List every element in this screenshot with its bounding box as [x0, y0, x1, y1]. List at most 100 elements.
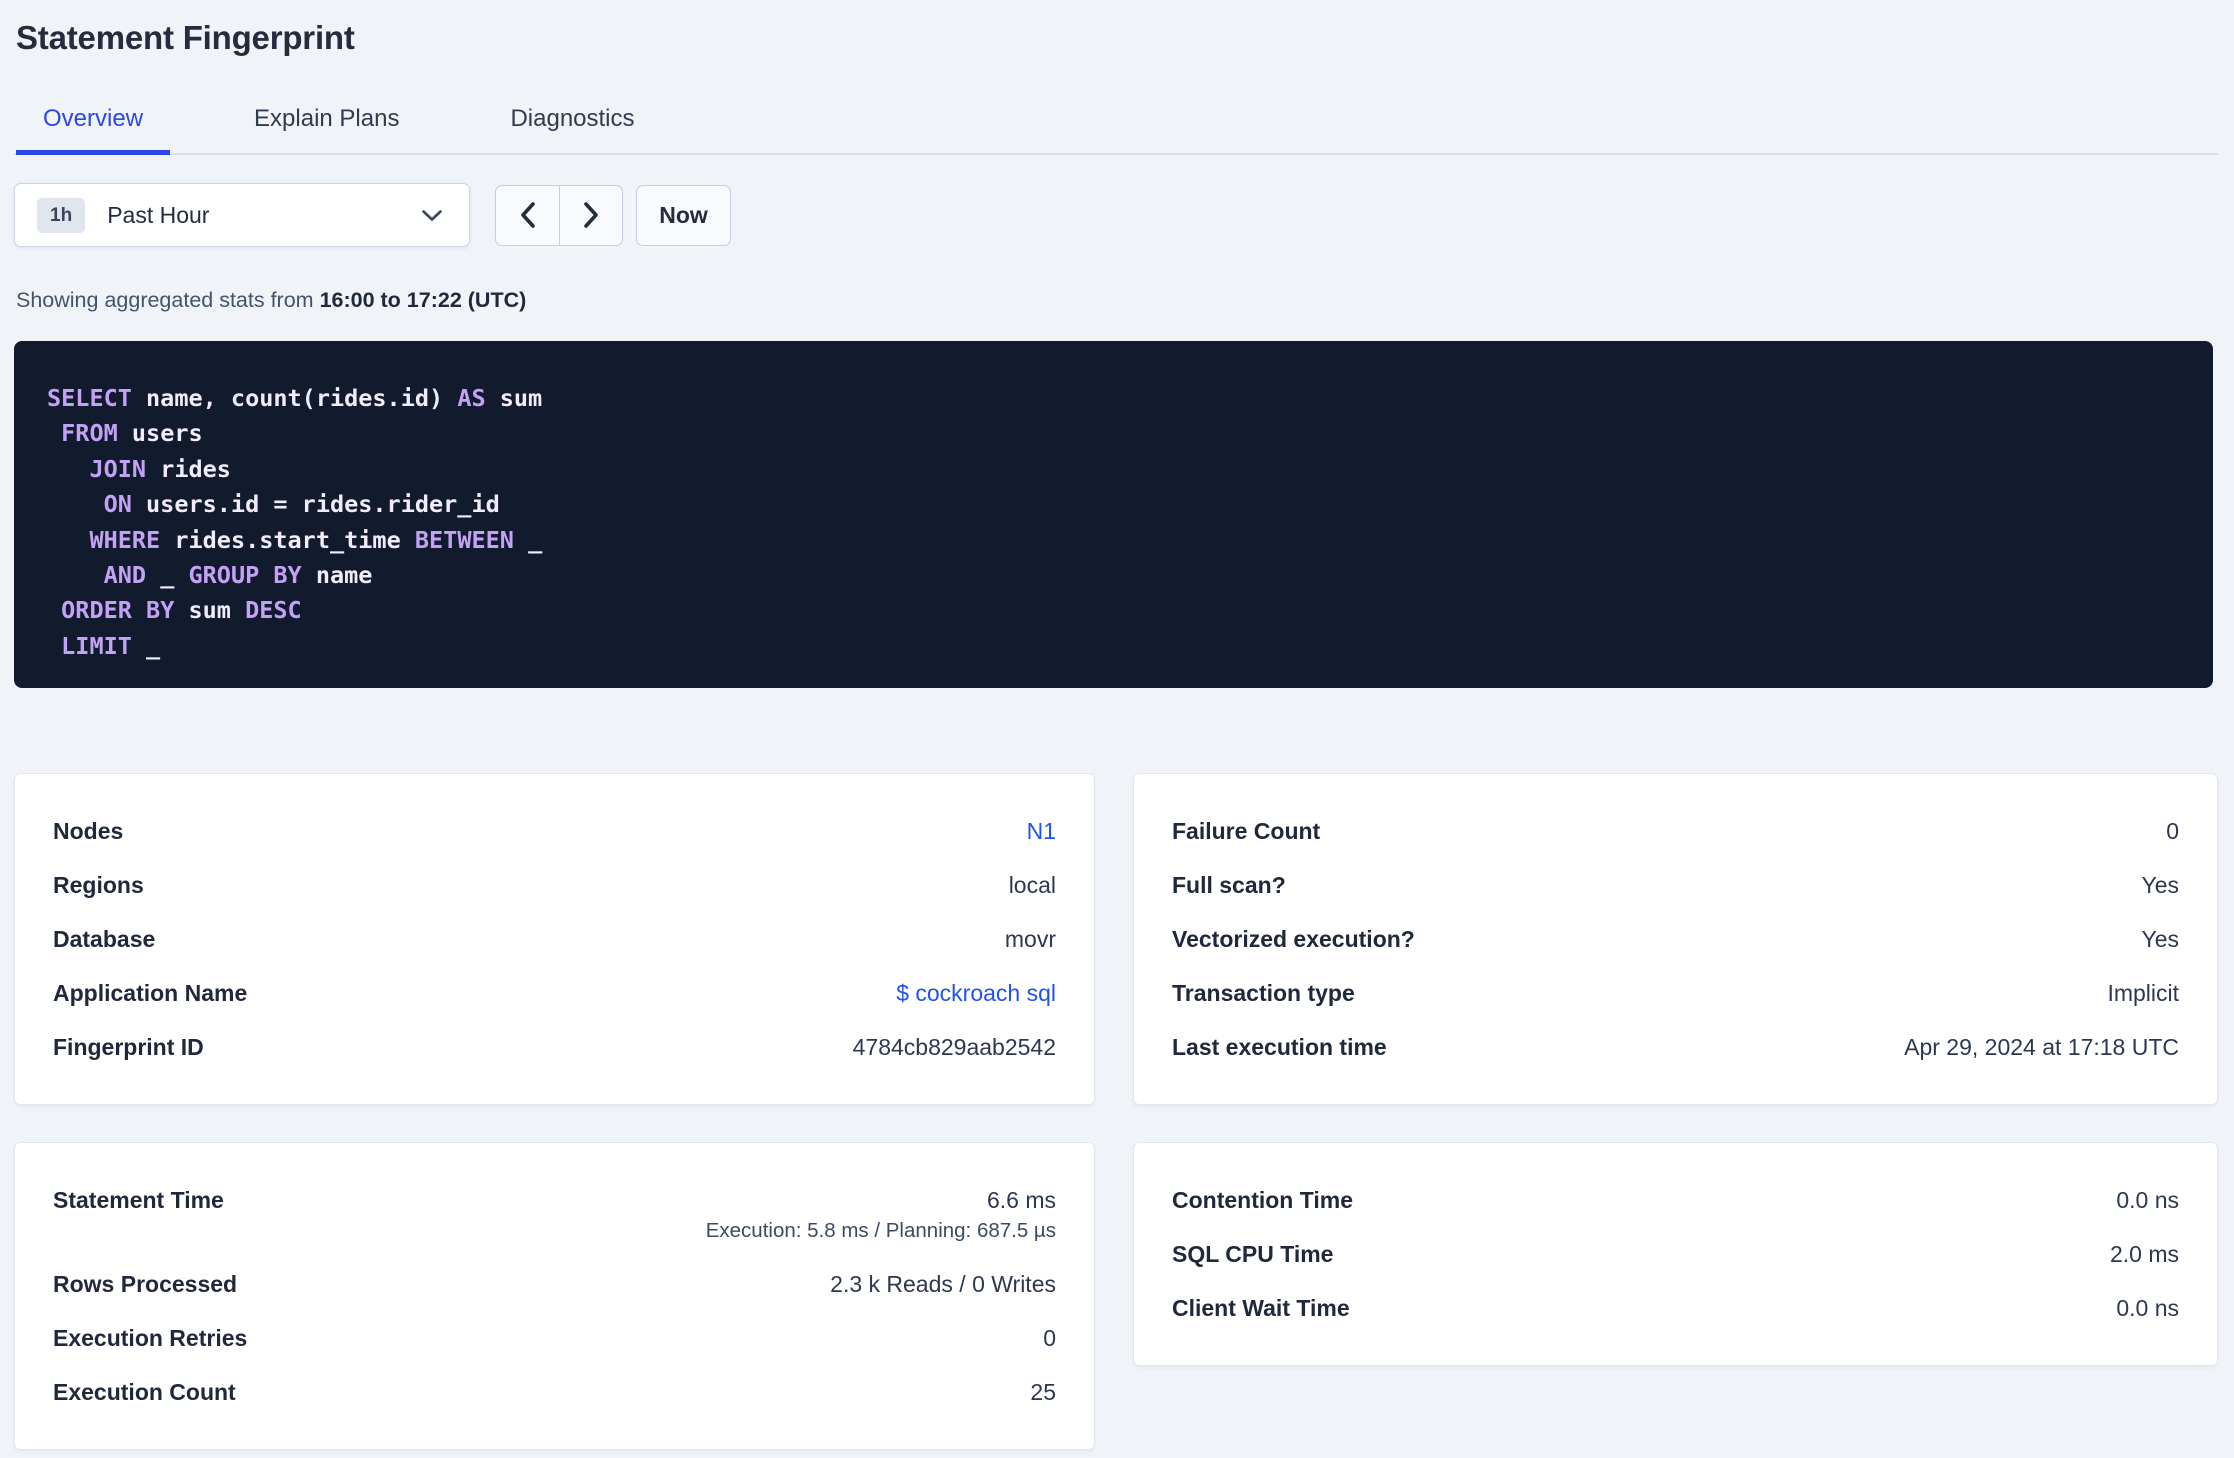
card-row-label: Vectorized execution? [1172, 926, 1415, 952]
sql-statement-code: SELECT name, count(rides.id) AS sum FROM… [47, 381, 2183, 664]
card-row-value-group: 6.6 ms Execution: 5.8 ms / Planning: 687.… [706, 1187, 1056, 1243]
stats-caption: Showing aggregated stats from 16:00 to 1… [14, 287, 2218, 313]
chevron-left-icon [519, 201, 536, 229]
card-row-value-group: Apr 29, 2024 at 17:18 UTC [1904, 1034, 2179, 1060]
sql-code-line: SELECT name, count(rides.id) AS sum [47, 381, 2183, 416]
stats-caption-range: 16:00 to 17:22 (UTC) [319, 288, 527, 312]
statement-fingerprint-page: Statement Fingerprint Overview Explain P… [0, 0, 2234, 1458]
card-row-value-group: Yes [2141, 872, 2179, 898]
page-title: Statement Fingerprint [16, 19, 355, 56]
card-row: Contention Time 0.0 ns [1172, 1173, 2179, 1227]
wait-time-card: Contention Time 0.0 ns SQL CPU Time 2.0 ms C… [1133, 1142, 2218, 1366]
card-row: Statement Time 6.6 ms Execution: 5.8 ms / … [53, 1173, 1056, 1257]
sql-keyword: ORDER BY [61, 596, 175, 625]
card-row: Vectorized execution? Yes [1172, 912, 2179, 966]
card-row-label: Last execution time [1172, 1034, 1387, 1060]
time-range-label: Past Hour [107, 201, 210, 228]
sql-text: _ [131, 631, 161, 660]
card-row-value: 4784cb829aab2542 [852, 1034, 1056, 1060]
card-row-label: Full scan? [1172, 872, 1286, 898]
application-name-link[interactable]: $ cockroach sql [896, 980, 1056, 1006]
statement-timing-card: Statement Time 6.6 ms Execution: 5.8 ms / … [14, 1142, 1095, 1450]
tab-diagnostics[interactable]: Diagnostics [483, 105, 661, 155]
sql-text: _ [513, 525, 543, 554]
card-row-label: Client Wait Time [1172, 1295, 1350, 1321]
card-row-value-group: 4784cb829aab2542 [853, 1034, 1056, 1060]
card-row-value-group: Implicit [2107, 980, 2179, 1006]
card-row: Transaction type Implicit [1172, 966, 2179, 1020]
sql-keyword: AS [457, 384, 486, 412]
card-row-value: local [1008, 872, 1056, 898]
time-range-badge: 1h [37, 197, 86, 233]
card-row-label: Nodes [53, 818, 124, 844]
overview-details-card: Nodes N1 Regions local Database movr Applicati… [14, 773, 1095, 1105]
execution-attributes-card: Failure Count 0 Full scan? Yes Vectorized ex… [1133, 773, 2218, 1105]
sql-text: users [117, 419, 203, 448]
card-row-value: 0 [1043, 1325, 1056, 1351]
card-row-label: Database [53, 926, 156, 952]
card-row: Full scan? Yes [1172, 858, 2179, 912]
sql-keyword: DESC [245, 596, 302, 625]
sql-code-line: ORDER BY sum DESC [47, 593, 2183, 628]
sql-statement-box: SELECT name, count(rides.id) AS sum FROM… [14, 341, 2213, 688]
sql-text: rides [146, 454, 231, 483]
tab-bar: Overview Explain Plans Diagnostics [14, 105, 2218, 155]
card-row-label: Regions [53, 872, 144, 898]
card-row: Fingerprint ID 4784cb829aab2542 [53, 1020, 1056, 1074]
sql-code-line: JOIN rides [47, 452, 2183, 487]
nodes-link[interactable]: N1 [1027, 818, 1056, 844]
sql-text: name [301, 561, 373, 590]
card-row: Nodes N1 [53, 804, 1056, 858]
card-row-value: 25 [1030, 1379, 1056, 1405]
card-row-value-group: local [1009, 872, 1056, 898]
card-row-value: Apr 29, 2024 at 17:18 UTC [1904, 1034, 2179, 1060]
card-row: Execution Retries 0 [53, 1311, 1056, 1365]
sql-keyword: JOIN [89, 454, 147, 483]
sql-text: sum [485, 384, 543, 412]
card-row-label: Failure Count [1172, 818, 1321, 844]
sql-code-line: WHERE rides.start_time BETWEEN _ [47, 523, 2183, 558]
card-row-value-group: Yes [2141, 926, 2179, 952]
card-row-label: Application Name [53, 980, 248, 1006]
card-row-label: Contention Time [1172, 1187, 1354, 1213]
sql-keyword: AND [103, 561, 147, 590]
sql-keyword: WHERE [89, 525, 161, 554]
card-row: Database movr [53, 912, 1056, 966]
card-row-value: Yes [2141, 872, 2179, 898]
card-row-value-group: 0.0 ns [2116, 1187, 2179, 1213]
time-range-dropdown[interactable]: 1h Past Hour [14, 183, 470, 247]
stats-caption-prefix: Showing aggregated stats from [16, 288, 320, 312]
now-button[interactable]: Now [636, 184, 731, 246]
card-row-label: Rows Processed [53, 1271, 238, 1297]
card-row-value-group: $ cockroach sql [896, 980, 1056, 1006]
card-row: Client Wait Time 0.0 ns [1172, 1281, 2179, 1335]
card-row-value: 0.0 ns [2116, 1187, 2179, 1213]
next-time-button[interactable] [559, 185, 622, 245]
card-row-value: 6.6 ms [986, 1187, 1056, 1213]
card-row-value-group: 2.0 ms [2110, 1241, 2179, 1267]
card-row-value-group: 0 [1043, 1325, 1056, 1351]
sql-text: sum [174, 596, 246, 625]
sql-text: _ [146, 561, 189, 590]
card-row-label: Transaction type [1172, 980, 1355, 1006]
time-step-buttons [495, 184, 623, 246]
sql-keyword: FROM [61, 419, 118, 448]
tab-explain-plans[interactable]: Explain Plans [227, 105, 426, 155]
card-row-value: Implicit [2107, 980, 2179, 1006]
card-row: SQL CPU Time 2.0 ms [1172, 1227, 2179, 1281]
previous-time-button[interactable] [496, 186, 559, 245]
card-row: Execution Count 25 [53, 1365, 1056, 1419]
card-row-value: 0 [2166, 818, 2179, 844]
tab-overview[interactable]: Overview [16, 105, 171, 155]
sql-text: rides.start_time [160, 525, 415, 554]
sql-code-line: LIMIT _ [47, 629, 2183, 664]
card-row-value: movr [1004, 926, 1056, 952]
summary-cards-grid: Nodes N1 Regions local Database movr Applicati… [14, 773, 2218, 1450]
chevron-right-icon [583, 201, 600, 229]
card-row: Failure Count 0 [1172, 804, 2179, 858]
